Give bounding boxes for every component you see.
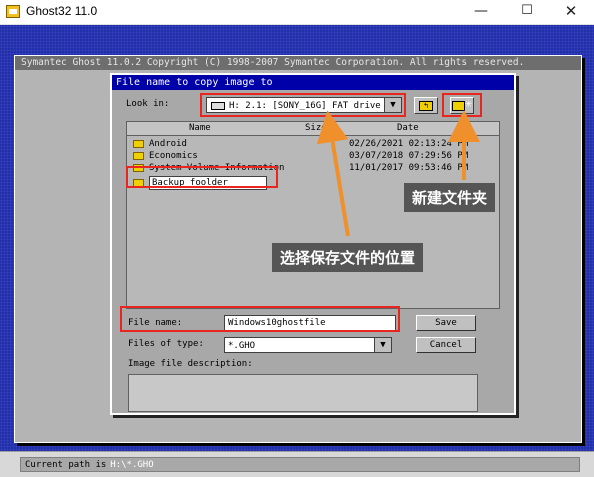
files-of-type-dropdown[interactable]: *.GHO ▼ — [224, 337, 392, 353]
highlight-backup-folder — [126, 166, 278, 188]
list-item[interactable]: Economics 03/07/2018 07:29:56 PM — [127, 150, 499, 162]
image-description-input[interactable] — [128, 374, 478, 412]
maximize-button[interactable]: ☐ — [504, 0, 550, 24]
annotation-choose-location: 选择保存文件的位置 — [272, 243, 424, 272]
files-of-type-value: *.GHO — [228, 341, 256, 351]
window-title: Ghost32 11.0 — [26, 4, 98, 18]
window-titlebar: Ghost32 11.0 — ☐ ✕ — [0, 0, 594, 25]
up-folder-icon: ↰ — [419, 101, 433, 111]
dialog-title: File name to copy image to — [112, 75, 514, 90]
minimize-button[interactable]: — — [458, 0, 504, 24]
annotation-new-folder: 新建文件夹 — [404, 183, 496, 212]
file-list-header: Name Size Date — [127, 122, 499, 136]
list-item[interactable]: Android 02/26/2021 02:13:24 PM — [127, 138, 499, 150]
ghost-copyright-header: Symantec Ghost 11.0.2 Copyright (C) 1998… — [15, 56, 581, 70]
up-one-level-button[interactable]: ↰ — [414, 97, 438, 114]
save-button[interactable]: Save — [416, 315, 476, 331]
folder-icon — [133, 140, 144, 148]
status-path: Current path is H:\*.GHO — [20, 457, 580, 472]
highlight-file-name — [120, 306, 400, 332]
status-bar: Current path is H:\*.GHO — [0, 451, 594, 477]
highlight-look-in — [200, 93, 406, 117]
highlight-new-folder — [442, 93, 482, 117]
column-date[interactable]: Date — [397, 122, 419, 135]
files-of-type-label: Files of type: — [128, 339, 204, 349]
ghost-app-icon — [6, 5, 20, 18]
column-size[interactable]: Size — [305, 122, 327, 135]
file-list[interactable]: Name Size Date Android 02/26/2021 02:13:… — [126, 121, 500, 309]
close-button[interactable]: ✕ — [548, 0, 594, 24]
look-in-label: Look in: — [126, 99, 170, 109]
cancel-button[interactable]: Cancel — [416, 337, 476, 353]
image-description-label: Image file description: — [128, 359, 253, 369]
dropdown-arrow-icon[interactable]: ▼ — [374, 338, 391, 352]
status-label: Current path is — [25, 460, 107, 470]
folder-icon — [133, 152, 144, 160]
status-value: H:\*.GHO — [110, 460, 154, 470]
column-name[interactable]: Name — [189, 122, 211, 135]
